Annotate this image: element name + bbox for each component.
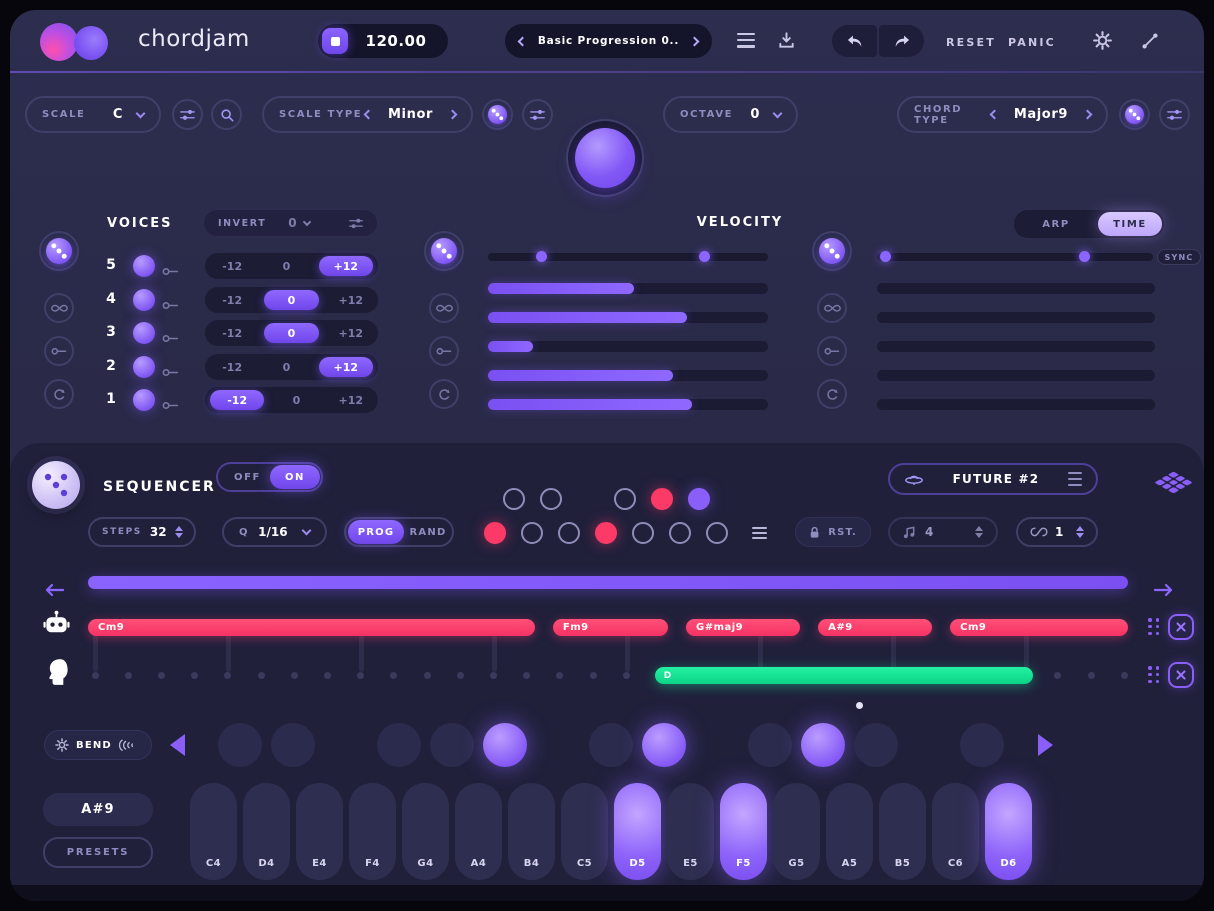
key-B4[interactable]: B4 xyxy=(508,783,555,880)
key-label: C6 xyxy=(947,858,964,869)
key-D6[interactable]: D6 xyxy=(985,783,1032,880)
key-B5[interactable]: B5 xyxy=(879,783,926,880)
pad-C#5[interactable] xyxy=(589,723,633,767)
pad-C#4[interactable] xyxy=(218,723,262,767)
pad-F#4[interactable] xyxy=(377,723,421,767)
screenshot-root: { "colors": {"accent": "#7c5cff", "accen… xyxy=(0,0,1214,911)
key-E4[interactable]: E4 xyxy=(296,783,343,880)
chord-block[interactable]: Cm9 xyxy=(950,619,1128,636)
grid-dot xyxy=(91,672,99,679)
chord-block[interactable]: Cm9 xyxy=(88,619,536,636)
pad-F#5[interactable] xyxy=(748,723,792,767)
key-label: D5 xyxy=(629,858,646,869)
bottom-strip xyxy=(10,885,1204,901)
bar-tick xyxy=(625,630,630,672)
key-label: D6 xyxy=(1000,858,1017,869)
key-label: F5 xyxy=(736,858,751,869)
key-label: F4 xyxy=(365,858,380,869)
bar-tick xyxy=(93,630,98,672)
key-A5[interactable]: A5 xyxy=(826,783,873,880)
key-label: B5 xyxy=(894,858,911,869)
chord-block[interactable]: Fm9 xyxy=(552,619,669,636)
key-label: E4 xyxy=(312,858,327,869)
grid-dot xyxy=(489,672,497,679)
key-label: G5 xyxy=(788,858,805,869)
key-F5[interactable]: F5 xyxy=(720,783,767,880)
pad-D#4[interactable] xyxy=(271,723,315,767)
bar-tick xyxy=(492,630,497,672)
chordjam-plugin-window: chordjam 120.00 Basic Progression 0.. RE… xyxy=(10,10,1204,901)
key-C6[interactable]: C6 xyxy=(932,783,979,880)
key-D4[interactable]: D4 xyxy=(243,783,290,880)
pad-A#4[interactable] xyxy=(483,723,527,767)
key-label: C5 xyxy=(576,858,593,869)
melody-row-drag-handle[interactable] xyxy=(1148,666,1161,684)
key-D5[interactable]: D5 xyxy=(614,783,661,880)
key-A4[interactable]: A4 xyxy=(455,783,502,880)
grid-dot xyxy=(456,672,464,679)
keyboard: C4 D4 E4 F4 G4 A4 B4 C5 D5 E5 F5 G5 A5 B5 C6 D6 xyxy=(10,10,1204,901)
pad-G#4[interactable] xyxy=(430,723,474,767)
key-label: G4 xyxy=(417,858,434,869)
bar-tick xyxy=(226,630,231,672)
key-G5[interactable]: G5 xyxy=(773,783,820,880)
key-E5[interactable]: E5 xyxy=(667,783,714,880)
key-label: D4 xyxy=(258,858,275,869)
pad-D#5[interactable] xyxy=(642,723,686,767)
key-C5[interactable]: C5 xyxy=(561,783,608,880)
key-label: B4 xyxy=(523,858,540,869)
chord-block[interactable]: G#maj9 xyxy=(686,619,801,636)
melody-row-remove-button[interactable] xyxy=(1168,662,1194,688)
bar-tick xyxy=(1024,630,1029,672)
grid-dot xyxy=(589,672,597,679)
grid-dot xyxy=(423,672,431,679)
grid-dot xyxy=(622,672,630,679)
pad-G#5[interactable] xyxy=(801,723,845,767)
chord-block[interactable]: A#9 xyxy=(818,619,933,636)
key-G4[interactable]: G4 xyxy=(402,783,449,880)
grid-dot xyxy=(157,672,165,679)
grid-dot xyxy=(124,672,132,679)
key-C4[interactable]: C4 xyxy=(190,783,237,880)
grid-dot xyxy=(1120,672,1128,679)
pad-C#6[interactable] xyxy=(960,723,1004,767)
presets-button[interactable]: PRESETS xyxy=(43,837,153,868)
pad-A#5[interactable] xyxy=(854,723,898,767)
key-label: E5 xyxy=(683,858,698,869)
chord-row-remove-button[interactable] xyxy=(1168,614,1194,640)
key-label: A5 xyxy=(841,858,858,869)
current-chord-display: A#9 xyxy=(43,793,153,826)
key-F4[interactable]: F4 xyxy=(349,783,396,880)
grid-dot xyxy=(290,672,298,679)
grid-dot xyxy=(257,672,265,679)
melody-block[interactable]: D xyxy=(654,667,1034,684)
grid-dot xyxy=(323,672,331,679)
bar-tick xyxy=(891,630,896,672)
bar-tick xyxy=(758,630,763,672)
grid-dot xyxy=(1087,672,1095,679)
key-label: A4 xyxy=(470,858,487,869)
key-label: C4 xyxy=(205,858,222,869)
chord-row-drag-handle[interactable] xyxy=(1148,618,1161,636)
bar-tick xyxy=(359,630,364,672)
